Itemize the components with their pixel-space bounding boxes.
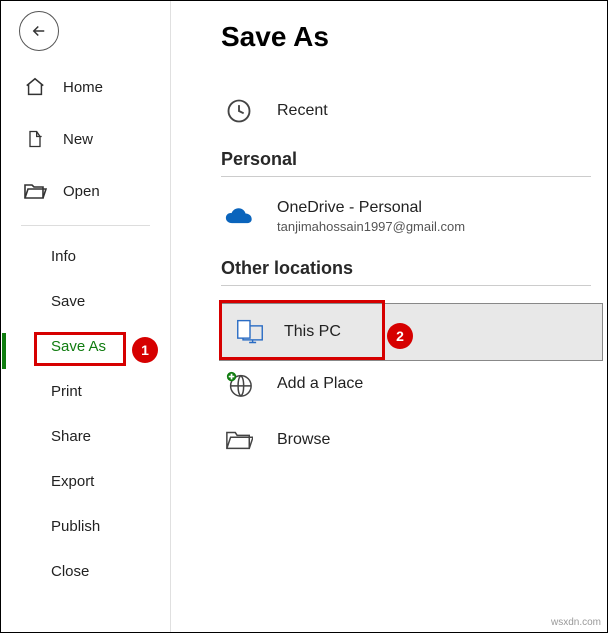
nav-new-label: New: [63, 131, 93, 148]
nav-info-label: Info: [51, 248, 76, 265]
annotation-badge-2: 2: [387, 323, 413, 349]
nav-new[interactable]: New: [1, 113, 170, 165]
this-pc-icon: [236, 318, 264, 346]
nav-share-label: Share: [51, 428, 91, 445]
nav-export[interactable]: Export: [1, 459, 170, 504]
add-place-label: Add a Place: [277, 375, 363, 393]
active-indicator: [2, 333, 6, 369]
onedrive-label: OneDrive - Personal: [277, 199, 465, 217]
nav-close-label: Close: [51, 563, 89, 580]
back-arrow-icon: [30, 22, 48, 40]
nav-publish-label: Publish: [51, 518, 100, 535]
back-button[interactable]: [19, 11, 59, 51]
onedrive-icon: [225, 203, 253, 231]
location-browse[interactable]: Browse: [221, 412, 591, 468]
section-other: Other locations: [221, 258, 591, 279]
nav-open-label: Open: [63, 183, 100, 200]
home-icon: [21, 73, 49, 101]
nav-home-label: Home: [63, 79, 103, 96]
nav-export-label: Export: [51, 473, 94, 490]
nav-open[interactable]: Open: [1, 165, 170, 217]
onedrive-email: tanjimahossain1997@gmail.com: [277, 219, 465, 234]
page-title: Save As: [221, 21, 591, 53]
section-divider-2: [221, 285, 591, 286]
this-pc-label: This PC: [284, 323, 341, 341]
nav-close[interactable]: Close: [1, 549, 170, 594]
location-recent-label: Recent: [277, 102, 328, 120]
nav-print-label: Print: [51, 383, 82, 400]
section-divider: [221, 176, 591, 177]
nav-info[interactable]: Info: [1, 234, 170, 279]
location-onedrive[interactable]: OneDrive - Personal tanjimahossain1997@g…: [221, 185, 591, 248]
watermark: wsxdn.com: [551, 617, 601, 628]
nav-print[interactable]: Print: [1, 369, 170, 414]
nav-publish[interactable]: Publish: [1, 504, 170, 549]
nav-save[interactable]: Save: [1, 279, 170, 324]
browse-label: Browse: [277, 431, 330, 449]
location-add-place[interactable]: Add a Place: [221, 356, 591, 412]
new-icon: [21, 125, 49, 153]
nav-save-as-label: Save As: [51, 338, 106, 355]
nav-share[interactable]: Share: [1, 414, 170, 459]
location-recent[interactable]: Recent: [221, 83, 591, 139]
recent-icon: [225, 97, 253, 125]
section-personal: Personal: [221, 149, 591, 170]
annotation-badge-1: 1: [132, 337, 158, 363]
nav-home[interactable]: Home: [1, 61, 170, 113]
add-place-icon: [225, 370, 253, 398]
open-icon: [21, 177, 49, 205]
nav-save-label: Save: [51, 293, 85, 310]
sidebar-divider: [21, 225, 150, 226]
browse-icon: [225, 426, 253, 454]
